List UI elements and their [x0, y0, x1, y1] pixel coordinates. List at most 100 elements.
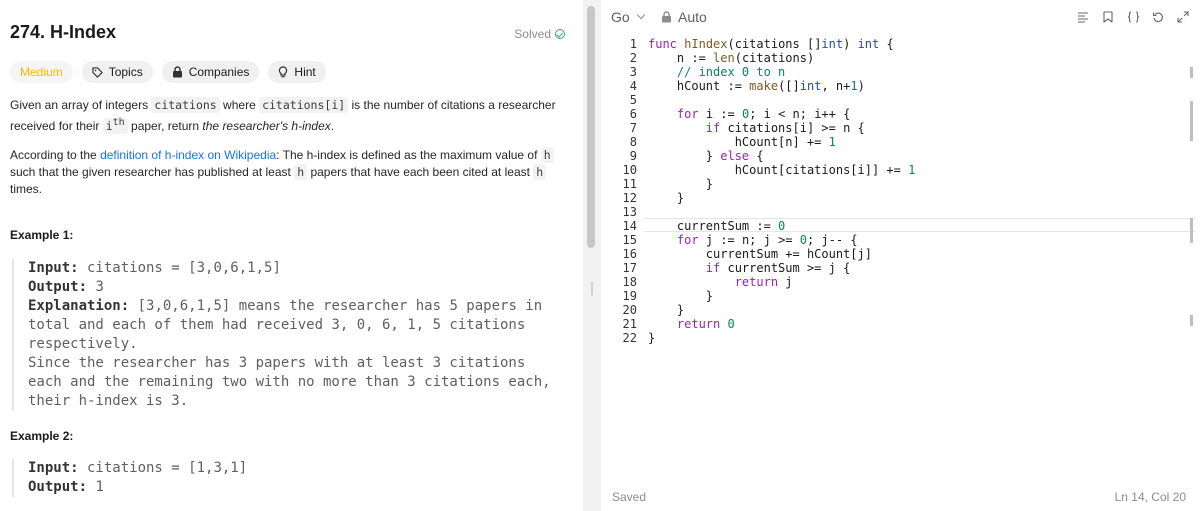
code-line[interactable]: } — [648, 289, 1183, 303]
code-line[interactable]: } — [648, 191, 1183, 205]
inline-code: ith — [102, 117, 128, 134]
editor-status-bar: Saved Ln 14, Col 20 — [601, 483, 1200, 504]
code-text[interactable]: func hIndex(citations []int) int { n := … — [648, 37, 1183, 345]
line-number: 3 — [629, 65, 637, 79]
line-number: 17 — [622, 261, 637, 275]
line-number: 4 — [629, 79, 637, 93]
companies-button[interactable]: Companies — [161, 61, 260, 83]
line-number: 11 — [622, 177, 637, 191]
code-line[interactable]: } — [648, 303, 1183, 317]
code-editor-panel: Go Auto 1 2 3 4 5 6 7 8 9 10 11 12 13 14… — [601, 0, 1200, 511]
editor-scrollbar[interactable] — [1190, 37, 1193, 457]
example-1-block: Input: citations = [3,0,6,1,5] Output: 3… — [12, 259, 560, 411]
code-line[interactable]: hCount[citations[i]] += 1 — [648, 163, 1183, 177]
line-number: 6 — [629, 107, 637, 121]
editor-toolbar-actions — [1076, 9, 1190, 25]
input-value: citations = [1,3,1] — [78, 460, 248, 476]
code-line[interactable]: currentSum += hCount[j] — [648, 247, 1183, 261]
description-paragraph-1: Given an array of integers citations whe… — [10, 97, 570, 135]
example-2-heading: Example 2: — [10, 429, 74, 443]
example-input: Input: citations = [1,3,1] — [28, 459, 560, 478]
code-line[interactable]: hCount := make([]int, n+1) — [648, 79, 1183, 93]
problem-panel: 274. H-Index Solved Medium Topics Compan… — [0, 0, 583, 511]
explanation-label: Explanation: — [28, 298, 130, 314]
problem-title[interactable]: 274. H-Index — [10, 22, 116, 43]
description-paragraph-2: According to the definition of h-index o… — [10, 147, 570, 198]
code-line[interactable] — [648, 205, 1183, 219]
format-icon[interactable] — [1076, 9, 1090, 25]
example-output: Output: 3 — [28, 278, 560, 297]
example-input: Input: citations = [3,0,6,1,5] — [28, 259, 560, 278]
code-line[interactable]: // index 0 to n — [648, 65, 1183, 79]
example-output: Output: 1 — [28, 478, 560, 497]
line-number: 14 — [622, 219, 637, 233]
code-editor[interactable]: 1 2 3 4 5 6 7 8 9 10 11 12 13 14 15 16 17 18 19 20 21 22 func… — [601, 37, 1200, 457]
code-line[interactable]: } else { — [648, 149, 1183, 163]
line-number: 16 — [622, 247, 637, 261]
desc-text: : The h-index is defined as the maximum … — [276, 148, 541, 162]
lightbulb-icon — [279, 66, 288, 78]
desc-text: Given an array of integers — [10, 98, 152, 112]
line-number-gutter: 1 2 3 4 5 6 7 8 9 10 11 12 13 14 15 16 17 18 19 20 21 22 — [601, 37, 637, 345]
code-line[interactable]: return 0 — [648, 317, 1183, 331]
line-number: 5 — [629, 93, 637, 107]
desc-emphasis: the researcher's h-index — [202, 118, 331, 133]
inline-code-text: i — [105, 118, 113, 133]
hint-label: Hint — [294, 65, 316, 79]
line-number: 15 — [622, 233, 637, 247]
line-number: 22 — [622, 331, 637, 345]
description-scrollbar[interactable] — [587, 6, 595, 248]
wikipedia-link[interactable]: definition of h-index on Wikipedia — [100, 148, 276, 162]
inline-code: h — [540, 147, 554, 163]
lock-icon — [662, 11, 671, 23]
tag-icon — [92, 66, 103, 78]
line-number: 18 — [622, 275, 637, 289]
solved-status: Solved — [514, 27, 565, 41]
difficulty-badge: Medium — [10, 61, 73, 83]
panel-resize-divider[interactable] — [583, 0, 601, 511]
hint-button[interactable]: Hint — [268, 61, 326, 83]
inline-code: citations[i] — [259, 97, 349, 113]
line-number: 1 — [629, 37, 637, 51]
superscript: th — [112, 117, 125, 128]
bookmark-icon[interactable] — [1101, 9, 1115, 25]
example-explanation-continued: Since the researcher has 3 papers with a… — [28, 355, 560, 409]
desc-text: paper, return — [127, 118, 203, 133]
line-number: 13 — [622, 205, 637, 219]
desc-text: times. — [10, 182, 43, 196]
line-number: 20 — [622, 303, 637, 317]
code-line[interactable]: for i := 0; i < n; i++ { — [648, 107, 1183, 121]
output-value: 3 — [87, 279, 104, 295]
resize-grip-icon[interactable] — [591, 282, 593, 296]
code-line[interactable]: if currentSum >= j { — [648, 261, 1183, 275]
chevron-down-icon — [636, 10, 645, 20]
code-line[interactable]: return j — [648, 275, 1183, 289]
problem-header: 274. H-Index Solved — [10, 20, 570, 46]
code-line[interactable]: for j := n; j >= 0; j-- { — [648, 233, 1183, 247]
inline-code: h — [294, 164, 308, 180]
code-line[interactable] — [648, 93, 1183, 107]
reset-icon[interactable] — [1151, 9, 1165, 25]
code-line[interactable]: if citations[i] >= n { — [648, 121, 1183, 135]
code-line[interactable]: func hIndex(citations []int) int { — [648, 37, 1183, 51]
code-line[interactable]: hCount[n] += 1 — [648, 135, 1183, 149]
line-number: 2 — [629, 51, 637, 65]
code-line[interactable]: currentSum := 0 — [648, 219, 1183, 233]
line-number: 21 — [622, 317, 637, 331]
line-number: 7 — [629, 121, 637, 135]
code-line[interactable]: n := len(citations) — [648, 51, 1183, 65]
example-2-block: Input: citations = [1,3,1] Output: 1 — [12, 459, 560, 497]
code-line[interactable]: } — [648, 331, 1183, 345]
expand-icon[interactable] — [1176, 9, 1190, 25]
language-select[interactable]: Go — [611, 9, 645, 25]
saved-status: Saved — [612, 490, 647, 504]
mode-select[interactable]: Auto — [661, 9, 707, 25]
output-label: Output: — [28, 479, 88, 495]
desc-text: According to the — [10, 148, 101, 162]
code-line[interactable]: } — [648, 177, 1183, 191]
companies-label: Companies — [188, 65, 250, 79]
topics-button[interactable]: Topics — [81, 61, 153, 83]
language-label: Go — [611, 9, 630, 25]
braces-icon[interactable] — [1126, 9, 1140, 25]
lock-icon — [172, 66, 182, 78]
